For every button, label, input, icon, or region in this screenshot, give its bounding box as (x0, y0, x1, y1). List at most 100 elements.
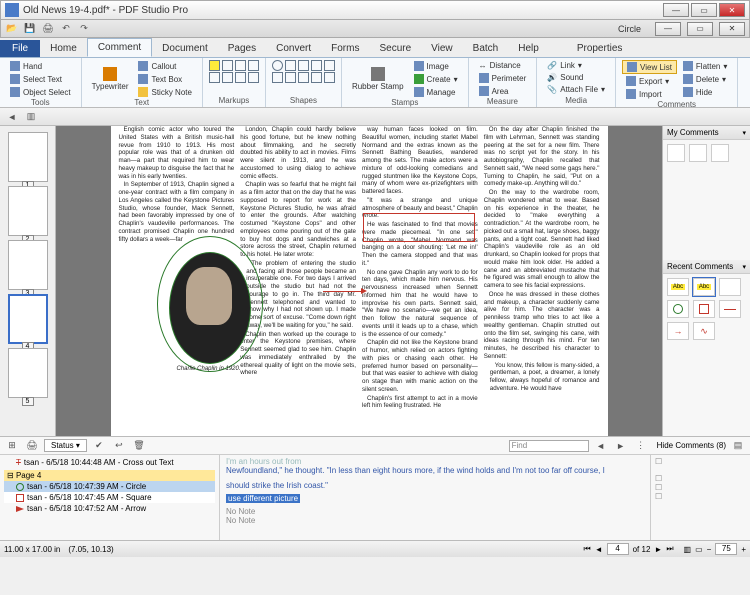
recent-line[interactable] (719, 300, 741, 318)
link-button[interactable]: 🔗Link ▾ (543, 60, 609, 71)
sound-button[interactable]: 🔊Sound (543, 72, 609, 83)
recent-highlight-2[interactable]: Abc (693, 278, 715, 296)
undo-icon[interactable]: ↶ (59, 22, 73, 36)
thumb-2[interactable]: 2 (8, 186, 48, 236)
thumb-1[interactable]: 1 (8, 132, 48, 182)
comment-circle[interactable]: tsan - 6/5/18 10:47:39 AM - Circle (4, 481, 215, 492)
area-button[interactable]: Area (475, 85, 531, 97)
manage-button[interactable]: Manage (410, 86, 462, 98)
save-icon[interactable]: 💾 (23, 22, 37, 36)
comment-style-1[interactable] (667, 144, 685, 162)
status-dropdown[interactable]: Status ▾ (44, 439, 87, 452)
recent-circle[interactable] (667, 300, 689, 318)
callout-button[interactable]: Callout (134, 60, 195, 72)
recent-arrow[interactable]: → (667, 322, 689, 340)
thumbnail-panel[interactable]: 1 2 3 4 5 (0, 126, 56, 436)
tab-batch[interactable]: Batch (463, 40, 509, 57)
recent-highlight-1[interactable]: Abc (667, 278, 689, 296)
arrow-left-icon[interactable]: ◄ (4, 110, 20, 124)
tab-home[interactable]: Home (40, 40, 87, 57)
next-page-icon[interactable]: ► (654, 545, 662, 554)
tab-pages[interactable]: Pages (218, 40, 266, 57)
square-annotation[interactable] (363, 213, 475, 242)
comment-square[interactable]: tsan - 6/5/18 10:47:45 AM - Square (4, 492, 215, 503)
print-comments-icon[interactable]: 🖨 (24, 439, 40, 453)
reply-icon[interactable]: ↩ (111, 439, 127, 453)
hand-button[interactable]: Hand (6, 60, 75, 72)
find-input[interactable]: Find (509, 440, 589, 452)
tab-forms[interactable]: Forms (321, 40, 369, 57)
sidebar-toggle-icon[interactable]: ▥ (23, 110, 39, 124)
prev-page-icon[interactable]: ◄ (595, 545, 603, 554)
document-area[interactable]: Charlie Chaplin in 1920. English comic a… (56, 126, 662, 436)
export-button[interactable]: Export ▾ (622, 75, 677, 87)
tab-help[interactable]: Help (508, 40, 549, 57)
redo-icon[interactable]: ↷ (77, 22, 91, 36)
create-button[interactable]: Create ▾ (410, 73, 462, 85)
delete-comment-icon[interactable]: 🗑 (131, 439, 147, 453)
tree-page-4[interactable]: ⊟ Page 4 (4, 470, 215, 481)
next-icon[interactable]: ► (613, 439, 629, 453)
tab-file[interactable]: File (0, 40, 40, 57)
attach-button[interactable]: 📎Attach File ▾ (543, 84, 609, 95)
thumb-5[interactable]: 5 (8, 348, 48, 398)
comments-tree[interactable]: Ttsan - 6/5/18 10:44:48 AM - Cross out T… (0, 455, 220, 540)
tab-properties[interactable]: Properties (567, 40, 633, 57)
shapes-row-1[interactable] (272, 60, 335, 71)
object-select-button[interactable]: Object Select (6, 86, 75, 98)
filter-icon[interactable]: ▤ (730, 439, 746, 453)
perimeter-button[interactable]: Perimeter (475, 72, 531, 84)
arrow-annotation[interactable] (323, 291, 363, 292)
select-text-button[interactable]: Select Text (6, 73, 75, 85)
viewlist-button[interactable]: View List (622, 60, 677, 74)
prev-icon[interactable]: ◄ (593, 439, 609, 453)
my-comments-header[interactable]: My Comments▾ (663, 126, 750, 140)
thumb-4[interactable]: 4 (8, 294, 48, 344)
chevron-down-icon[interactable]: ▾ (742, 263, 746, 271)
markup-row-2[interactable] (209, 72, 259, 83)
shapes-row-2[interactable] (272, 72, 335, 83)
check-3[interactable]: ☐ (655, 483, 746, 492)
check-1[interactable]: ☐ (655, 457, 746, 466)
tab-comment[interactable]: Comment (87, 38, 152, 57)
last-page-icon[interactable]: ⏭ (666, 544, 673, 554)
checkmark-icon[interactable]: ✔ (91, 439, 107, 453)
zoom-in-icon[interactable]: + (741, 545, 746, 554)
inner-minimize-button[interactable]: — (655, 22, 681, 36)
inner-close-button[interactable]: ✕ (719, 22, 745, 36)
zoom-input[interactable]: 75 (715, 543, 737, 555)
image-button[interactable]: Image (410, 60, 462, 72)
comment-style-2[interactable] (689, 144, 707, 162)
check-4[interactable]: ☐ (655, 492, 746, 501)
rubber-stamp-button[interactable]: Rubber Stamp (348, 60, 408, 98)
hide-button[interactable]: Hide (679, 86, 731, 98)
tab-document[interactable]: Document (152, 40, 218, 57)
expand-icon[interactable]: ⊞ (4, 439, 20, 453)
tab-view[interactable]: View (421, 40, 463, 57)
check-2[interactable]: ☐ (655, 474, 746, 483)
tab-secure[interactable]: Secure (369, 40, 421, 57)
recent-comments-header[interactable]: Recent Comments▾ (663, 260, 750, 274)
comment-crossout[interactable]: Ttsan - 6/5/18 10:44:48 AM - Cross out T… (4, 457, 215, 468)
hide-comments-button[interactable]: Hide Comments (8) (657, 441, 726, 450)
zoom-out-icon[interactable]: − (707, 545, 712, 554)
flatten-button[interactable]: Flatten ▾ (679, 60, 731, 72)
page-input[interactable]: 4 (607, 543, 629, 555)
comment-arrow[interactable]: tsan - 6/5/18 10:47:52 AM - Arrow (4, 503, 215, 514)
tab-convert[interactable]: Convert (266, 40, 321, 57)
print-icon[interactable]: 🖨 (41, 22, 55, 36)
first-page-icon[interactable]: ⏮ (583, 544, 590, 554)
recent-curve[interactable]: ∿ (693, 322, 715, 340)
options-icon[interactable]: ⋮ (633, 439, 649, 453)
delete-button[interactable]: Delete ▾ (679, 73, 731, 85)
layout-icon[interactable]: ▥ (684, 545, 692, 554)
recent-item-3[interactable] (719, 278, 741, 296)
chevron-down-icon[interactable]: ▾ (742, 129, 746, 137)
sticky-button[interactable]: Sticky Note (134, 86, 195, 98)
maximize-button[interactable]: ▭ (691, 3, 717, 17)
textbox-button[interactable]: Text Box (134, 73, 195, 85)
minimize-button[interactable]: — (663, 3, 689, 17)
recent-square[interactable] (693, 300, 715, 318)
open-icon[interactable]: 📂 (5, 22, 19, 36)
import-button[interactable]: Import (622, 88, 677, 100)
